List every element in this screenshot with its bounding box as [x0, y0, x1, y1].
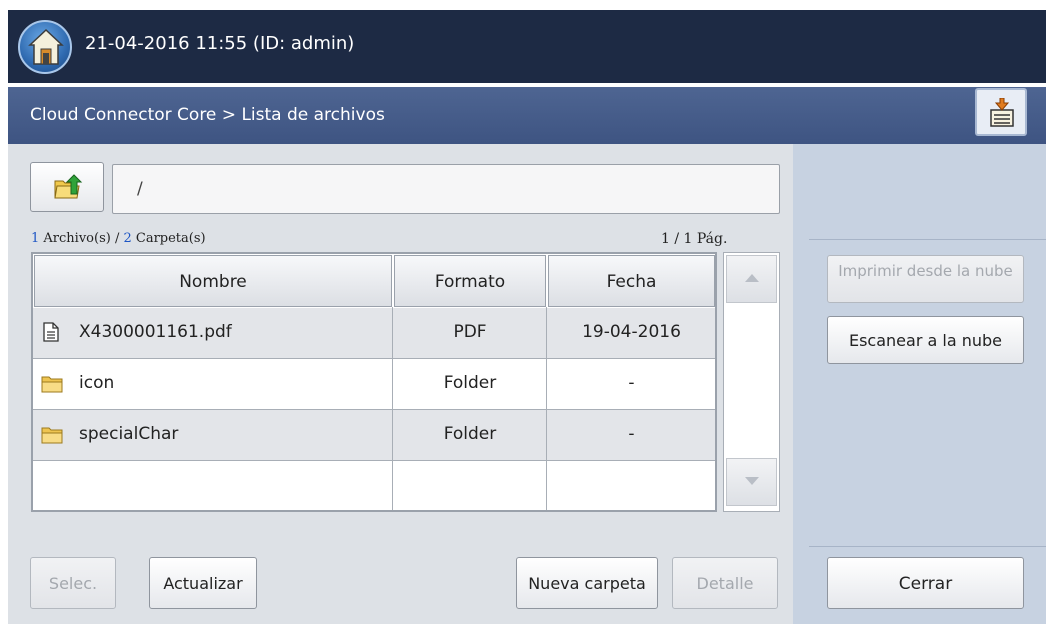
arrow-down-icon	[745, 477, 759, 485]
folder-icon	[41, 376, 63, 393]
table-row[interactable]: icon Folder -	[33, 359, 715, 410]
empty-table-row	[33, 461, 715, 512]
file-date: -	[628, 373, 635, 393]
detail-button[interactable]: Detalle	[672, 557, 778, 609]
new-folder-button[interactable]: Nueva carpeta	[516, 557, 658, 609]
column-header-date[interactable]: Fecha	[548, 255, 715, 307]
parent-folder-button[interactable]	[30, 162, 104, 212]
breadcrumb: Cloud Connector Core > Lista de archivos	[30, 105, 385, 125]
file-name: specialChar	[79, 424, 179, 444]
job-status-icon	[990, 98, 1014, 127]
job-status-button[interactable]	[975, 88, 1027, 136]
page-indicator: 1 / 1 Pág.	[661, 231, 728, 247]
table-row[interactable]: X4300001161.pdf PDF 19-04-2016	[33, 308, 715, 359]
column-divider	[392, 307, 393, 510]
folder-up-icon	[54, 174, 83, 199]
column-header-format[interactable]: Formato	[394, 255, 546, 307]
scroll-up-button[interactable]	[726, 255, 777, 303]
column-header-name[interactable]: Nombre	[34, 255, 392, 307]
folder-icon	[41, 427, 63, 444]
home-button[interactable]	[18, 20, 72, 74]
sub-header: Cloud Connector Core > Lista de archivos	[8, 87, 1046, 144]
folders-count: 2	[123, 231, 132, 246]
column-divider	[546, 307, 547, 510]
file-name: icon	[79, 373, 115, 393]
file-name: X4300001161.pdf	[79, 322, 232, 342]
scroll-down-button[interactable]	[726, 458, 777, 506]
scan-to-cloud-button[interactable]: Escanear a la nube	[827, 316, 1024, 364]
path-field[interactable]: /	[112, 164, 780, 214]
refresh-button[interactable]: Actualizar	[149, 557, 257, 609]
print-from-cloud-button[interactable]: Imprimir desde la nube	[827, 255, 1024, 303]
file-format: Folder	[443, 373, 497, 393]
close-button[interactable]: Cerrar	[827, 557, 1024, 609]
divider	[809, 239, 1046, 240]
table-scrollbar[interactable]	[723, 252, 780, 512]
side-panel: Imprimir desde la nube Escanear a la nub…	[793, 144, 1046, 624]
file-date: -	[628, 424, 635, 444]
file-list-panel: / 1 Archivo(s) / 2 Carpeta(s) 1 / 1 Pág.…	[8, 144, 793, 624]
document-icon	[43, 322, 59, 342]
home-icon	[28, 28, 64, 65]
item-counts: 1 Archivo(s) / 2 Carpeta(s)	[31, 231, 206, 246]
arrow-up-icon	[745, 274, 759, 282]
files-label: Archivo(s) /	[39, 231, 124, 246]
datetime-user-label: 21-04-2016 11:55 (ID: admin)	[85, 33, 355, 54]
file-format: Folder	[443, 424, 497, 444]
select-button[interactable]: Selec.	[30, 557, 116, 609]
table-row[interactable]: specialChar Folder -	[33, 410, 715, 461]
file-table: Nombre Formato Fecha X4300001161.pdf PDF…	[31, 252, 717, 512]
folders-label: Carpeta(s)	[131, 231, 206, 246]
divider	[809, 546, 1046, 547]
file-date: 19-04-2016	[582, 322, 681, 342]
top-bar: 21-04-2016 11:55 (ID: admin)	[8, 10, 1046, 83]
file-format: PDF	[453, 322, 487, 342]
